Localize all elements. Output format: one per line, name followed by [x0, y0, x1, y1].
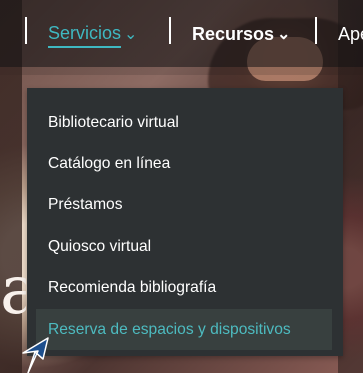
nav-services[interactable]: Servicios ⌄	[48, 21, 138, 48]
menu-item-reserve-spaces-devices[interactable]: Reserva de espacios y dispositivos	[36, 308, 332, 351]
chevron-down-icon: ⌄	[277, 26, 291, 43]
nav-resources[interactable]: Recursos ⌄	[192, 22, 290, 46]
nav-partially-visible-item[interactable]: Ape	[338, 22, 363, 46]
services-dropdown-menu: Bibliotecario virtual Catálogo en línea …	[27, 88, 343, 356]
services-dropdown-list: Bibliotecario virtual Catálogo en línea …	[27, 88, 343, 351]
nav-services-label: Servicios	[48, 21, 122, 48]
services-menu-screenshot: a Servicios ⌄ Recursos ⌄ Ape Bibliotecar…	[0, 0, 363, 373]
decorative-background-letter: a	[0, 251, 26, 329]
nav-divider-services-resources	[169, 17, 171, 44]
nav-divider-resources-partial	[315, 17, 317, 44]
menu-item-virtual-kiosk[interactable]: Quiosco virtual	[27, 226, 343, 267]
top-navigation: Servicios ⌄ Recursos ⌄ Ape	[0, 0, 363, 67]
menu-item-online-catalog[interactable]: Catálogo en línea	[27, 143, 343, 184]
nav-partial-label: Ape	[338, 24, 363, 44]
menu-item-virtual-librarian[interactable]: Bibliotecario virtual	[27, 102, 343, 143]
chevron-down-icon: ⌄	[124, 26, 138, 43]
menu-item-loans[interactable]: Préstamos	[27, 185, 343, 226]
nav-resources-label: Recursos	[192, 24, 275, 44]
nav-divider-left	[25, 17, 27, 44]
menu-item-recommend-bibliography[interactable]: Recomienda bibliografía	[27, 268, 343, 309]
